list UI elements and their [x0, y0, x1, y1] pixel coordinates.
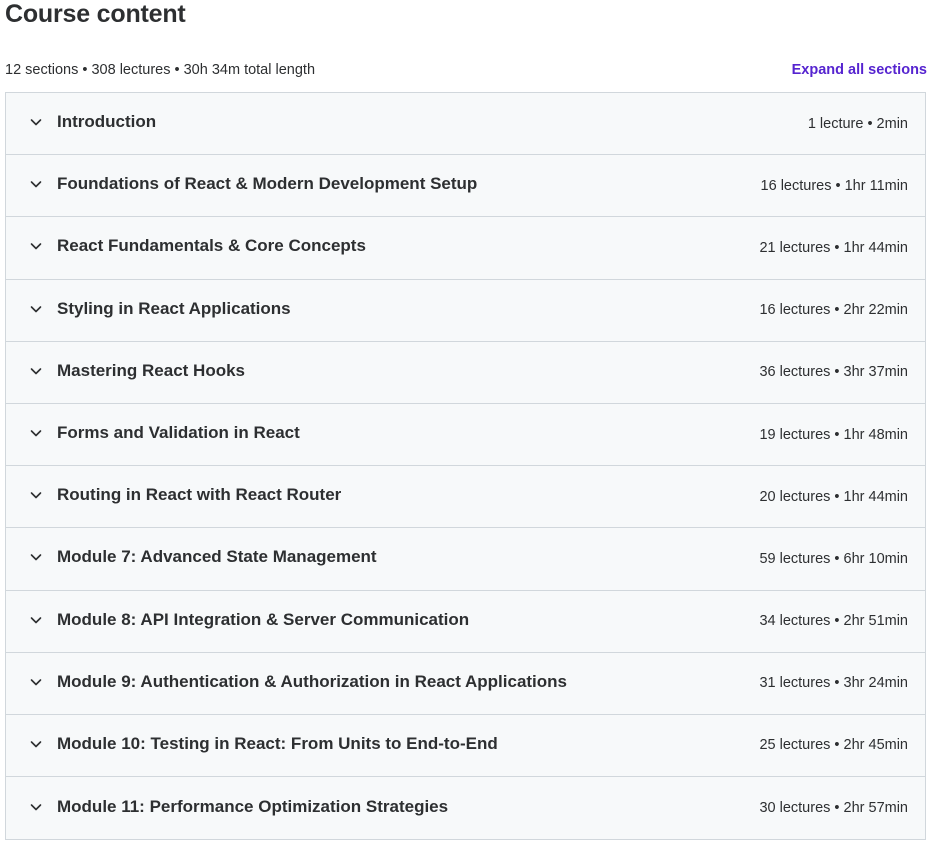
- section-row[interactable]: Module 11: Performance Optimization Stra…: [6, 777, 925, 840]
- section-row[interactable]: Module 7: Advanced State Management 59 le…: [6, 528, 925, 591]
- section-header: Module 8: API Integration & Server Commu…: [27, 610, 469, 630]
- section-title: Foundations of React & Modern Developmen…: [57, 174, 478, 194]
- chevron-down-icon[interactable]: [27, 486, 45, 504]
- section-title: Module 11: Performance Optimization Stra…: [57, 796, 449, 816]
- section-row[interactable]: Foundations of React & Modern Developmen…: [6, 155, 925, 218]
- course-content-panel: Course content 12 sections • 308 lecture…: [0, 0, 930, 841]
- section-row[interactable]: Introduction 1 lecture • 2min: [6, 93, 925, 156]
- section-list: Introduction 1 lecture • 2min Foundations …: [5, 92, 926, 841]
- page-title: Course content: [5, 0, 186, 28]
- section-row[interactable]: React Fundamentals & Core Concepts 21 lec…: [6, 217, 925, 280]
- section-header: Mastering React Hooks: [27, 361, 245, 381]
- section-meta: 25 lectures • 2hr 45min: [759, 737, 908, 754]
- section-title: Module 10: Testing in React: From Units …: [57, 733, 498, 753]
- section-header: Introduction: [27, 112, 156, 132]
- section-meta: 30 lectures • 2hr 57min: [759, 800, 908, 817]
- chevron-down-icon[interactable]: [27, 548, 45, 566]
- section-header: Module 10: Testing in React: From Units …: [27, 734, 498, 754]
- chevron-down-icon[interactable]: [27, 362, 45, 380]
- section-header: React Fundamentals & Core Concepts: [27, 236, 366, 256]
- section-meta: 34 lectures • 2hr 51min: [759, 613, 908, 630]
- section-meta: 16 lectures • 2hr 22min: [759, 302, 908, 319]
- section-row[interactable]: Module 10: Testing in React: From Units …: [6, 714, 925, 778]
- section-meta: 36 lectures • 3hr 37min: [759, 364, 908, 381]
- section-header: Module 11: Performance Optimization Stra…: [27, 797, 448, 817]
- section-row[interactable]: Routing in React with React Router 20 lec…: [6, 466, 925, 529]
- course-summary: 12 sections • 308 lectures • 30h 34m tot…: [5, 62, 316, 78]
- expand-all-sections-button[interactable]: Expand all sections: [792, 62, 927, 78]
- section-header: Module 9: Authentication & Authorization…: [27, 672, 567, 692]
- section-row[interactable]: Module 9: Authentication & Authorization…: [6, 652, 925, 715]
- summary-row: 12 sections • 308 lectures • 30h 34m tot…: [5, 60, 927, 80]
- section-header: Forms and Validation in React: [27, 423, 300, 443]
- section-title: Module 8: API Integration & Server Commu…: [57, 609, 470, 629]
- chevron-down-icon[interactable]: [27, 424, 45, 442]
- section-meta: 31 lectures • 3hr 24min: [759, 675, 908, 692]
- section-meta: 16 lectures • 1hr 11min: [760, 177, 908, 194]
- chevron-down-icon[interactable]: [27, 673, 45, 691]
- section-title: Module 9: Authentication & Authorization…: [57, 671, 567, 691]
- section-title: Module 7: Advanced State Management: [57, 547, 377, 567]
- section-row[interactable]: Forms and Validation in React 19 lectures…: [6, 403, 925, 467]
- chevron-down-icon[interactable]: [27, 113, 45, 131]
- section-header: Styling in React Applications: [27, 299, 291, 319]
- section-meta: 1 lecture • 2min: [807, 115, 908, 132]
- section-header: Foundations of React & Modern Developmen…: [27, 174, 477, 194]
- chevron-down-icon[interactable]: [27, 175, 45, 193]
- section-title: React Fundamentals & Core Concepts: [57, 236, 366, 256]
- chevron-down-icon[interactable]: [27, 735, 45, 753]
- section-title: Introduction: [57, 112, 157, 132]
- section-row[interactable]: Mastering React Hooks 36 lectures • 3hr 3…: [6, 341, 925, 404]
- section-row[interactable]: Styling in React Applications 16 lectures…: [6, 279, 925, 342]
- section-row[interactable]: Module 8: API Integration & Server Commu…: [6, 590, 925, 653]
- section-meta: 21 lectures • 1hr 44min: [759, 239, 908, 256]
- section-meta: 19 lectures • 1hr 48min: [759, 426, 908, 443]
- section-header: Module 7: Advanced State Management: [27, 547, 377, 567]
- section-title: Styling in React Applications: [57, 298, 291, 318]
- section-title: Mastering React Hooks: [57, 360, 245, 380]
- section-header: Routing in React with React Router: [27, 485, 341, 505]
- section-title: Forms and Validation in React: [57, 423, 300, 443]
- chevron-down-icon[interactable]: [27, 300, 45, 318]
- section-meta: 20 lectures • 1hr 44min: [759, 488, 908, 505]
- chevron-down-icon[interactable]: [27, 611, 45, 629]
- chevron-down-icon[interactable]: [27, 798, 45, 816]
- chevron-down-icon[interactable]: [27, 237, 45, 255]
- section-title: Routing in React with React Router: [57, 485, 342, 505]
- section-meta: 59 lectures • 6hr 10min: [759, 550, 908, 567]
